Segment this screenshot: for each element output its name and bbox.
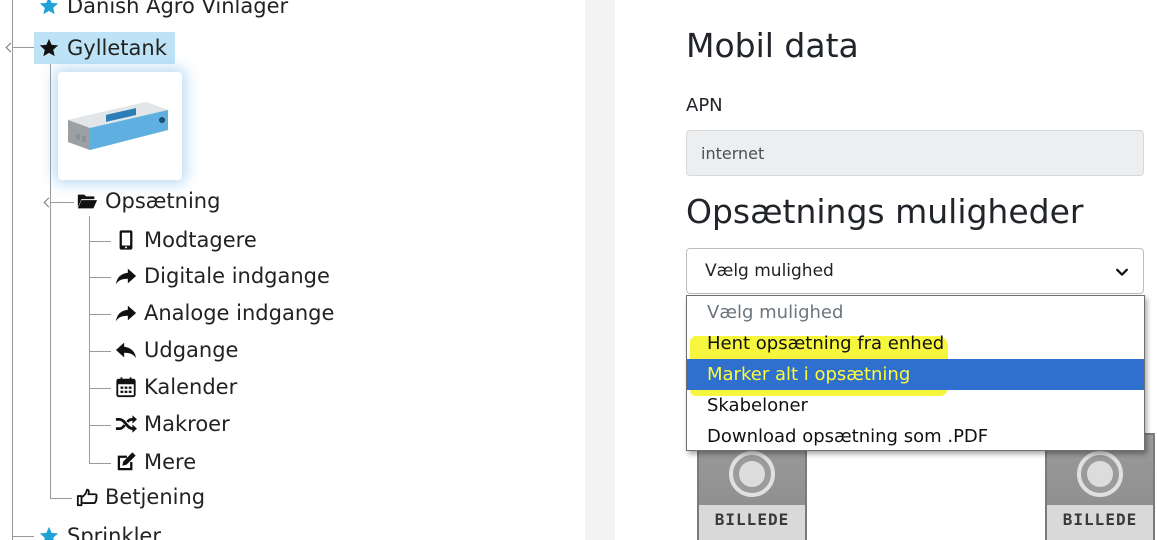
shuffle-icon: [115, 413, 137, 435]
tree-line-kalender: [89, 388, 111, 389]
settings-form: Mobil data APN Opsætnings muligheder Væl…: [615, 0, 1157, 540]
folder-open-icon: [76, 190, 98, 212]
tree-line-udgange: [89, 351, 111, 352]
calendar-icon: [115, 376, 137, 398]
star-icon: [38, 37, 60, 59]
tree-line-makroer: [89, 425, 111, 426]
tree-item-label: Betjening: [105, 485, 206, 509]
tree-item-kalender[interactable]: Kalender: [115, 375, 237, 399]
placeholder-dot: [739, 461, 765, 487]
edit-icon: [115, 451, 137, 473]
tree-item-digitale-indgange[interactable]: Digitale indgange: [115, 264, 330, 288]
tree-item-label: Kalender: [144, 375, 238, 399]
tree-item-mere[interactable]: Mere: [115, 450, 196, 474]
placeholder-caption: BILLEDE: [1047, 505, 1153, 540]
tree-line-root: [12, 0, 13, 540]
tree-line-analoge: [89, 314, 111, 315]
tree-item-opsaetning[interactable]: Opsætning: [76, 189, 220, 213]
chevron-down-icon: [1115, 264, 1129, 278]
tree-line-modtagere: [89, 241, 111, 242]
tree-line-sprinkler: [12, 536, 34, 537]
tree-item-udgange[interactable]: Udgange: [115, 338, 238, 362]
star-icon: [38, 0, 60, 17]
tree-item-label: Analoge indgange: [144, 301, 335, 325]
device-image: [68, 102, 168, 150]
star-icon: [38, 525, 60, 540]
panel-divider: [585, 0, 615, 540]
device-thumbnail[interactable]: [58, 72, 182, 180]
placeholder-caption: BILLEDE: [699, 505, 805, 540]
placeholder-dot: [1087, 461, 1113, 487]
device-tree: Danish Agro Vinlager Gylletank Opsætning…: [0, 0, 585, 540]
tree-line-mere: [89, 463, 111, 464]
tree-line-opsaetning-children: [89, 216, 90, 464]
hand-pointer-icon: [76, 486, 98, 508]
expand-toggle-opsaetning[interactable]: [43, 197, 54, 208]
tree-item-label: Opsætning: [105, 189, 221, 213]
tree-item-label: Sprinkler: [67, 524, 161, 540]
tree-item-label: Gylletank: [67, 36, 167, 60]
apn-input[interactable]: [686, 130, 1144, 176]
tree-item-betjening[interactable]: Betjening: [76, 485, 205, 509]
tree-item-label: Udgange: [144, 338, 239, 362]
tree-line-digitale: [89, 277, 111, 278]
reply-arrow-icon: [115, 339, 137, 361]
tree-item-label: Digitale indgange: [144, 264, 330, 288]
tree-item-label: Mere: [144, 450, 197, 474]
tree-item-modtagere[interactable]: Modtagere: [115, 228, 257, 252]
tree-line-betjening: [50, 498, 72, 499]
tree-item-label: Makroer: [144, 412, 230, 436]
dropdown-option-skabeloner[interactable]: Skabeloner: [687, 390, 1144, 421]
expand-toggle-gylletank[interactable]: [5, 42, 16, 53]
apn-label: APN: [686, 95, 723, 116]
tree-item-label: Danish Agro Vinlager: [67, 0, 289, 18]
options-dropdown-list: Vælg mulighed Hent opsætning fra enhed M…: [686, 295, 1145, 451]
share-arrow-icon: [115, 302, 137, 324]
tree-item-label: Modtagere: [144, 228, 257, 252]
tree-item-makroer[interactable]: Makroer: [115, 412, 230, 436]
select-value: Vælg mulighed: [705, 261, 834, 281]
mobile-data-heading: Mobil data: [686, 26, 859, 65]
tree-item-danish-agro[interactable]: Danish Agro Vinlager: [38, 0, 288, 18]
dropdown-option-placeholder: Vælg mulighed: [707, 302, 844, 323]
dropdown-option-marker-alt[interactable]: Marker alt i opsætning: [687, 359, 1144, 390]
options-select[interactable]: Vælg mulighed: [686, 248, 1144, 294]
share-arrow-icon: [115, 265, 137, 287]
dropdown-option-download-pdf[interactable]: Download opsætning som .PDF: [687, 421, 1144, 452]
mobile-icon: [115, 229, 137, 251]
options-heading: Opsætnings muligheder: [686, 192, 1084, 231]
tree-item-sprinkler[interactable]: Sprinkler: [38, 524, 161, 540]
tree-line-gylletank-children: [50, 62, 51, 498]
dropdown-option-hent[interactable]: Hent opsætning fra enhed: [687, 328, 1144, 359]
tree-item-gylletank[interactable]: Gylletank: [34, 32, 175, 64]
tree-item-analoge-indgange[interactable]: Analoge indgange: [115, 301, 334, 325]
